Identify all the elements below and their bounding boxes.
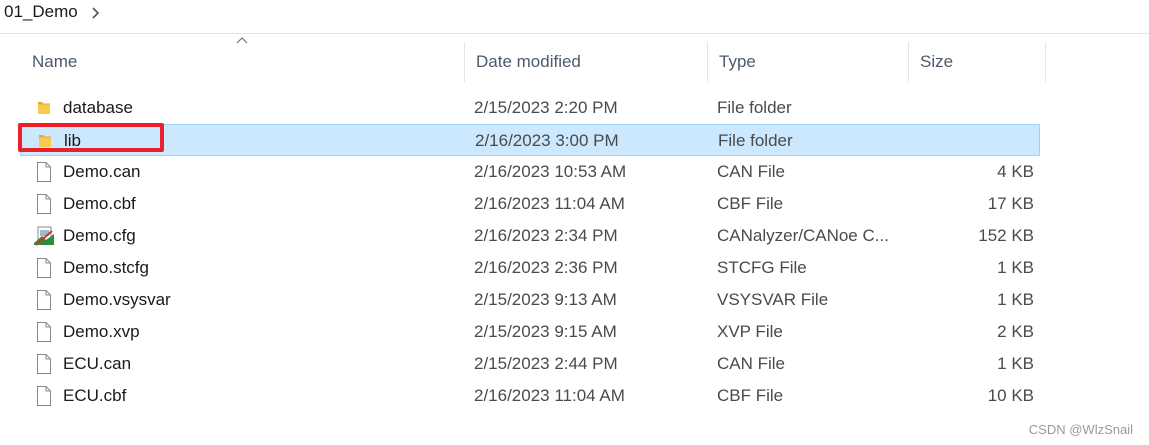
file-date-modified: 2/16/2023 2:36 PM — [474, 258, 618, 277]
file-icon — [32, 380, 56, 412]
file-type: File folder — [718, 131, 793, 150]
folder-icon — [32, 92, 56, 124]
file-row[interactable]: ECU.can 2/15/2023 2:44 PM CAN File 1 KB — [20, 348, 1040, 380]
file-icon — [32, 316, 56, 348]
file-type: STCFG File — [717, 258, 807, 277]
file-type: CANalyzer/CANoe C... — [717, 226, 889, 245]
file-type: XVP File — [717, 322, 783, 341]
file-name: lib — [64, 131, 82, 150]
file-type: File folder — [717, 98, 792, 117]
file-name: Demo.xvp — [63, 322, 140, 341]
file-size: 4 KB — [997, 162, 1034, 181]
file-row[interactable]: Demo.can 2/16/2023 10:53 AM CAN File 4 KB — [20, 156, 1040, 188]
divider — [0, 33, 1149, 34]
file-icon — [32, 188, 56, 220]
file-name: Demo.stcfg — [63, 258, 149, 277]
column-header-name[interactable]: Name — [20, 42, 464, 82]
file-row[interactable]: Demo.cbf 2/16/2023 11:04 AM CBF File 17 KB — [20, 188, 1040, 220]
file-size — [918, 92, 1034, 124]
file-size — [919, 125, 1035, 157]
column-header-date[interactable]: Date modified — [464, 42, 707, 82]
chevron-right-icon[interactable] — [90, 5, 102, 19]
watermark: CSDN @WlzSnail — [1028, 422, 1133, 437]
file-row[interactable]: Demo.xvp 2/15/2023 9:15 AM XVP File 2 KB — [20, 316, 1040, 348]
file-icon — [32, 156, 56, 188]
file-date-modified: 2/16/2023 11:04 AM — [474, 386, 625, 405]
file-type: CAN File — [717, 354, 786, 373]
file-row[interactable]: Demo.cfg 2/16/2023 2:34 PM CANalyzer/CANoe… — [20, 220, 1040, 252]
file-size: 2 KB — [997, 322, 1034, 341]
column-header-type[interactable]: Type — [707, 42, 908, 82]
file-date-modified: 2/16/2023 10:53 AM — [474, 162, 627, 181]
file-date-modified: 2/15/2023 9:13 AM — [474, 290, 617, 309]
file-size: 17 KB — [987, 194, 1034, 213]
file-name: Demo.vsysvar — [63, 290, 171, 309]
file-row[interactable]: ECU.cbf 2/16/2023 11:04 AM CBF File 10 KB — [20, 380, 1040, 412]
column-header-size[interactable]: Size — [908, 42, 1046, 82]
file-icon — [32, 284, 56, 316]
file-type: CBF File — [717, 194, 784, 213]
file-name: Demo.cfg — [63, 226, 136, 245]
column-separator[interactable] — [1045, 42, 1046, 82]
file-icon — [32, 252, 56, 284]
file-size: 152 KB — [978, 226, 1034, 245]
file-size: 1 KB — [997, 290, 1034, 309]
file-name: ECU.cbf — [63, 386, 127, 405]
file-row[interactable]: lib 2/16/2023 3:00 PM File folder — [20, 124, 1040, 156]
file-row[interactable]: database 2/15/2023 2:20 PM File folder — [20, 92, 1040, 124]
file-size: 1 KB — [997, 354, 1034, 373]
file-row[interactable]: Demo.vsysvar 2/15/2023 9:13 AM VSYSVAR Fil… — [20, 284, 1040, 316]
canoe-config-icon — [32, 220, 56, 252]
file-icon — [32, 348, 56, 380]
file-date-modified: 2/15/2023 9:15 AM — [474, 322, 617, 341]
breadcrumb-current[interactable]: 01_Demo — [4, 2, 78, 22]
file-name: Demo.cbf — [63, 194, 136, 213]
file-date-modified: 2/15/2023 2:20 PM — [474, 98, 618, 117]
file-name: database — [63, 98, 133, 117]
file-name: Demo.can — [63, 162, 141, 181]
file-type: CAN File — [717, 162, 786, 181]
file-date-modified: 2/16/2023 3:00 PM — [475, 131, 619, 150]
column-header-row: Name Date modified Type Size — [20, 37, 1046, 82]
file-type: VSYSVAR File — [717, 290, 829, 309]
file-name: ECU.can — [63, 354, 132, 373]
file-date-modified: 2/16/2023 2:34 PM — [474, 226, 618, 245]
file-row[interactable]: Demo.stcfg 2/16/2023 2:36 PM STCFG File 1 K… — [20, 252, 1040, 284]
file-size: 10 KB — [987, 386, 1034, 405]
file-date-modified: 2/16/2023 11:04 AM — [474, 194, 625, 213]
breadcrumb: 01_Demo — [4, 0, 102, 24]
file-date-modified: 2/15/2023 2:44 PM — [474, 354, 618, 373]
file-size: 1 KB — [997, 258, 1034, 277]
file-type: CBF File — [717, 386, 784, 405]
folder-icon — [33, 125, 57, 157]
